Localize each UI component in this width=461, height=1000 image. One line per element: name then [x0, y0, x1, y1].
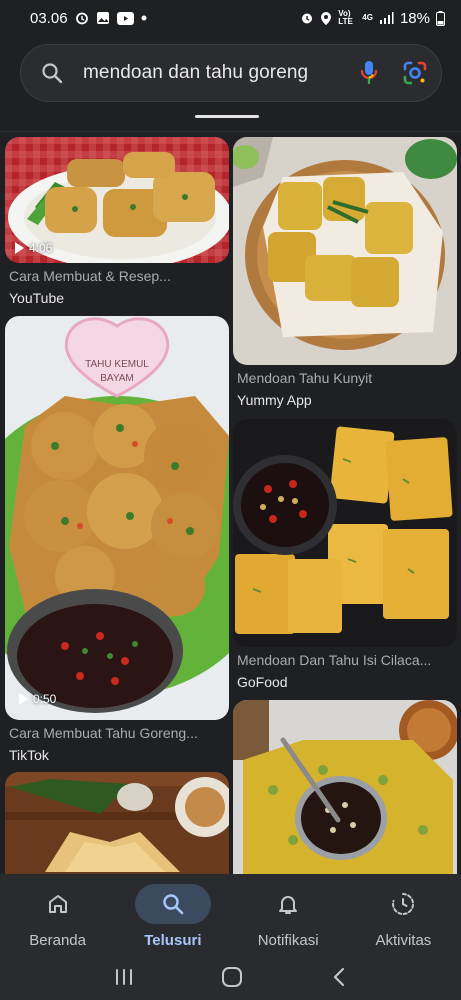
- nav-aktivitas[interactable]: Aktivitas: [346, 874, 461, 958]
- alarm-clock-icon: [300, 11, 314, 25]
- system-navigation: [0, 958, 461, 1000]
- mic-icon[interactable]: [349, 60, 389, 86]
- nav-label-notifikasi: Notifikasi: [257, 932, 319, 949]
- result-title[interactable]: Mendoan Dan Tahu Isi Cilaca...: [237, 652, 455, 668]
- volte-icon: Vo) LTE: [338, 9, 353, 26]
- result-title[interactable]: Cara Membuat & Resep...: [9, 268, 227, 284]
- result-card-1[interactable]: 4:06 Cara Membuat & Resep... YouTube: [5, 137, 229, 309]
- network-type: 4G: [362, 13, 373, 22]
- status-time: 03.06: [30, 9, 68, 27]
- result-image-3[interactable]: TAHU KEMUL BAYAM 0:50: [5, 316, 229, 720]
- video-duration: 4:06: [29, 241, 53, 255]
- nav-label-beranda: Beranda: [29, 932, 86, 949]
- video-duration-badge: 4:06: [15, 241, 52, 255]
- play-icon: [19, 693, 28, 705]
- battery-percent: 18%: [399, 9, 430, 27]
- result-card-2[interactable]: Mendoan Tahu Kunyit Yummy App: [233, 137, 457, 411]
- alarm-icon: [75, 11, 89, 25]
- result-image-5[interactable]: [5, 772, 229, 874]
- recent-apps-icon[interactable]: [114, 967, 134, 992]
- nav-beranda[interactable]: Beranda: [0, 874, 115, 958]
- bottom-navigation: Beranda Telusuri Notifikasi Aktivitas: [0, 874, 461, 958]
- home-icon: [20, 884, 96, 924]
- status-bar: 03.06 Vo) LTE 4G 18%: [0, 0, 461, 36]
- result-card-6[interactable]: [233, 700, 457, 874]
- result-source: YouTube: [9, 290, 65, 306]
- search-input[interactable]: mendoan dan tahu goreng: [83, 62, 349, 84]
- video-duration-badge: 0:50: [19, 692, 56, 706]
- search-icon: [21, 62, 83, 84]
- lens-icon[interactable]: [389, 60, 441, 86]
- result-source: Yummy App: [237, 392, 312, 408]
- nav-label-telusuri: Telusuri: [144, 932, 202, 949]
- result-card-5[interactable]: [5, 772, 229, 874]
- search-bar[interactable]: mendoan dan tahu goreng: [20, 44, 442, 102]
- result-card-4[interactable]: Mendoan Dan Tahu Isi Cilaca... GoFood: [233, 419, 457, 693]
- bell-icon: [250, 884, 326, 924]
- result-image-6[interactable]: [233, 700, 457, 874]
- nav-telusuri[interactable]: Telusuri: [115, 874, 230, 958]
- divider: [0, 131, 461, 132]
- result-title[interactable]: Cara Membuat Tahu Goreng...: [9, 725, 227, 741]
- nav-notifikasi[interactable]: Notifikasi: [231, 874, 346, 958]
- battery-icon: [436, 10, 445, 26]
- video-duration: 0:50: [33, 692, 57, 706]
- youtube-icon: [116, 11, 134, 25]
- signal-icon: [379, 11, 394, 25]
- result-image-4[interactable]: [233, 419, 457, 647]
- notification-dot-icon: [141, 15, 147, 21]
- result-source: GoFood: [237, 674, 288, 690]
- home-button-icon[interactable]: [221, 966, 243, 993]
- activity-icon: [365, 884, 441, 924]
- result-card-3[interactable]: TAHU KEMUL BAYAM 0:50 Cara Membuat Tahu …: [5, 316, 229, 766]
- result-image-2[interactable]: [233, 137, 457, 365]
- search-icon: [134, 884, 211, 924]
- gallery-icon: [96, 11, 110, 25]
- result-title[interactable]: Mendoan Tahu Kunyit: [237, 370, 455, 386]
- result-image-1[interactable]: 4:06: [5, 137, 229, 263]
- back-icon[interactable]: [331, 967, 347, 992]
- result-source: TikTok: [9, 747, 49, 763]
- image-overlay-text: TAHU KEMUL BAYAM: [85, 359, 149, 384]
- nav-label-aktivitas: Aktivitas: [375, 932, 432, 949]
- play-icon: [15, 242, 24, 254]
- location-icon: [320, 11, 332, 26]
- tab-indicator: [195, 115, 259, 118]
